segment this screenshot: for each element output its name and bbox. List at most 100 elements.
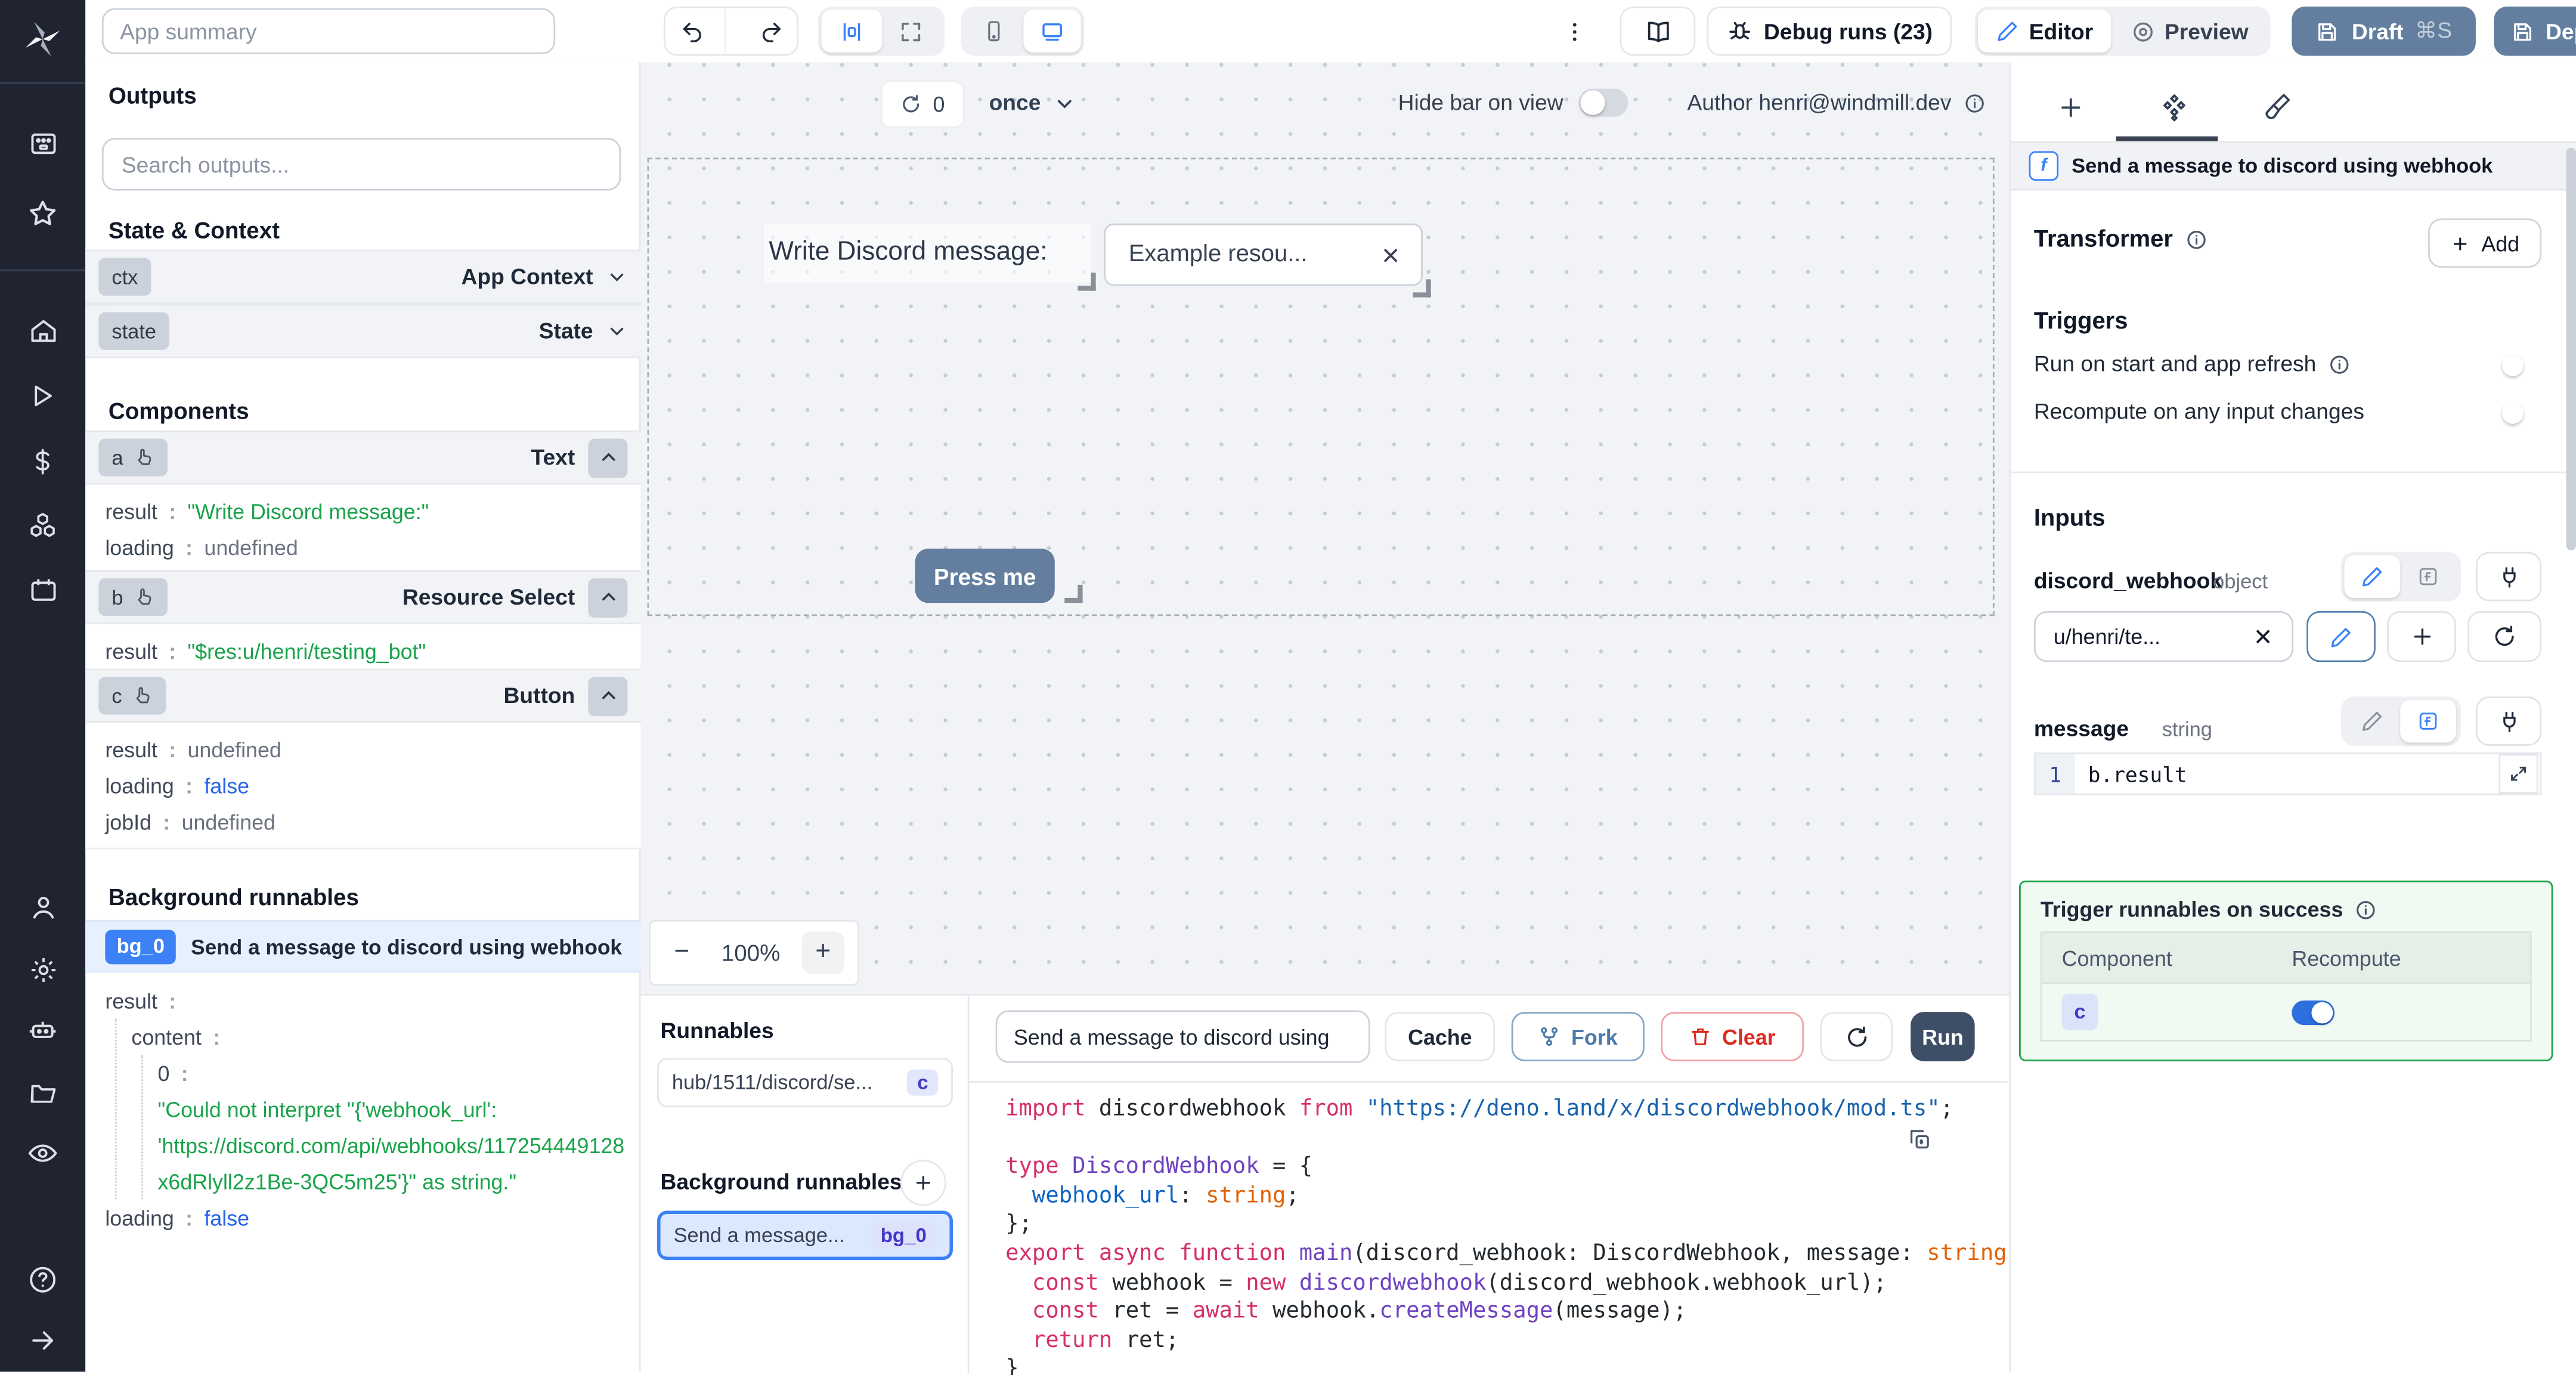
info-icon[interactable]: [2184, 228, 2207, 252]
copy-code-icon[interactable]: [1902, 1122, 1936, 1155]
rail-divider: [0, 269, 86, 271]
canvas-resource-select-component[interactable]: Example resou...: [1104, 223, 1423, 286]
mobile-view-button[interactable]: [964, 10, 1023, 53]
resize-handle[interactable]: [1064, 584, 1083, 603]
fullscreen-layout-button[interactable]: [881, 10, 942, 53]
folders-icon[interactable]: [0, 1068, 85, 1117]
resize-handle[interactable]: [1078, 272, 1096, 291]
bg-runnable-card-selected[interactable]: Send a message... bg_0: [657, 1210, 953, 1261]
search-outputs-input[interactable]: [101, 138, 621, 191]
zoom-in-button[interactable]: +: [801, 931, 845, 974]
refresh-mode-dropdown[interactable]: once: [989, 80, 1076, 125]
app-summary-input[interactable]: [101, 8, 556, 54]
chevron-down-icon[interactable]: [606, 320, 628, 342]
distribute-layout-button[interactable]: [821, 10, 882, 53]
audit-eye-icon[interactable]: [0, 1129, 85, 1178]
code-editor[interactable]: import discordwebhook from "https://deno…: [969, 1080, 2008, 1375]
panel-scrollbar[interactable]: [2566, 147, 2576, 550]
info-icon[interactable]: [2355, 898, 2378, 921]
chevron-down-icon[interactable]: [606, 266, 628, 287]
state-row[interactable]: state State: [85, 304, 641, 358]
run-button[interactable]: Run: [1911, 1012, 1975, 1061]
refresh-resource-button[interactable]: [2467, 611, 2542, 662]
refresh-count-button[interactable]: 0: [880, 80, 965, 128]
variables-icon[interactable]: [0, 437, 85, 487]
ctx-row[interactable]: ctx App Context: [85, 249, 641, 304]
component-a-header[interactable]: a Text: [85, 430, 641, 485]
collapse-chevron-up-icon[interactable]: [588, 438, 628, 478]
static-mode-pencil-icon[interactable]: [2344, 555, 2401, 598]
hide-bar-toggle[interactable]: [1578, 88, 1628, 117]
collapse-chevron-up-icon[interactable]: [588, 676, 628, 716]
hand-pointer-icon: [133, 447, 154, 468]
styling-brush-tab[interactable]: [2256, 85, 2299, 128]
component-b-type: Resource Select: [402, 584, 575, 610]
add-transformer-button[interactable]: Add: [2428, 218, 2542, 268]
info-icon[interactable]: [1963, 91, 1986, 114]
component-settings-tab[interactable]: [2152, 85, 2195, 128]
expand-editor-icon[interactable]: [2498, 754, 2538, 794]
favorites-star-icon[interactable]: [0, 189, 85, 239]
resize-handle[interactable]: [1413, 279, 1431, 298]
runs-icon[interactable]: [0, 371, 85, 421]
connect-plug-button[interactable]: [2475, 696, 2542, 746]
eval-mode-f-icon[interactable]: [2400, 699, 2456, 743]
app-canvas[interactable]: 0 once Hide bar on view Author henri@win…: [640, 62, 2010, 994]
windmill-logo-icon[interactable]: [0, 17, 85, 66]
recompute-c-toggle[interactable]: [2292, 999, 2334, 1024]
add-background-runnable-button[interactable]: [900, 1160, 946, 1206]
undo-button[interactable]: [659, 8, 726, 54]
eval-mode-f-icon[interactable]: [2400, 555, 2456, 598]
canvas-text-component[interactable]: Write Discord message:: [764, 223, 1091, 283]
bg0-row[interactable]: bg_0 Send a message to discord using web…: [85, 919, 651, 973]
refresh-count: 0: [933, 92, 945, 117]
tab-editor[interactable]: Editor: [1978, 10, 2111, 53]
cache-button[interactable]: Cache: [1385, 1012, 1496, 1061]
edit-resource-button[interactable]: [2306, 611, 2376, 662]
debug-runs-button[interactable]: Debug runs (23): [1707, 7, 1952, 56]
user-icon[interactable]: [0, 882, 85, 931]
zoom-out-button[interactable]: −: [664, 938, 700, 968]
desktop-view-button[interactable]: [1023, 10, 1081, 53]
expand-rail-arrow-icon[interactable]: [0, 1316, 85, 1365]
help-icon[interactable]: [0, 1255, 85, 1305]
inputs-heading: Inputs: [2033, 506, 2106, 532]
static-mode-pencil-icon[interactable]: [2345, 700, 2401, 743]
add-resource-button[interactable]: [2387, 611, 2456, 662]
message-expression-value[interactable]: b.result: [2075, 754, 2499, 794]
clear-x-icon[interactable]: [2252, 626, 2274, 648]
more-options-kebab-icon[interactable]: [1561, 7, 1587, 56]
runnable-name-input[interactable]: [995, 1010, 1370, 1063]
schedules-icon[interactable]: [0, 565, 85, 615]
settings-gear-icon[interactable]: [0, 944, 85, 994]
draft-save-button[interactable]: Draft ⌘S: [2292, 7, 2476, 56]
redo-button[interactable]: [738, 8, 803, 54]
component-c-header[interactable]: c Button: [85, 668, 641, 723]
component-b-header[interactable]: b Resource Select: [85, 570, 641, 624]
hand-pointer-icon: [133, 587, 154, 608]
workers-robot-icon[interactable]: [0, 1005, 85, 1055]
tab-preview[interactable]: Preview: [2111, 10, 2267, 53]
clear-button[interactable]: Clear: [1661, 1012, 1804, 1061]
info-icon[interactable]: [2328, 352, 2351, 376]
collapse-chevron-up-icon[interactable]: [588, 577, 628, 617]
message-expression-editor[interactable]: 1 b.result: [2033, 752, 2542, 795]
deploy-button[interactable]: Deploy: [2494, 7, 2576, 56]
state-badge: state: [98, 312, 170, 350]
resources-icon[interactable]: [0, 501, 85, 550]
clear-x-icon[interactable]: [1380, 244, 1401, 265]
connect-plug-button[interactable]: [2475, 552, 2542, 602]
canvas-press-me-button[interactable]: Press me: [915, 549, 1055, 603]
recompute-label: Recompute on any input changes: [2033, 399, 2364, 424]
transformer-heading: Transformer: [2034, 227, 2207, 253]
runnable-script-card[interactable]: hub/1511/discord/se... c: [657, 1058, 953, 1107]
docs-book-button[interactable]: [1620, 7, 1696, 56]
insert-component-tab[interactable]: [2049, 85, 2092, 128]
resource-picker-select[interactable]: u/henri/te...: [2033, 611, 2294, 662]
home-icon[interactable]: [0, 305, 85, 355]
message-mode-switch: [2341, 696, 2462, 746]
apps-icon[interactable]: [0, 118, 85, 168]
fork-button[interactable]: Fork: [1511, 1012, 1645, 1061]
component-c-chip[interactable]: c: [2061, 993, 2098, 1030]
reload-script-button[interactable]: [1820, 1012, 1893, 1061]
